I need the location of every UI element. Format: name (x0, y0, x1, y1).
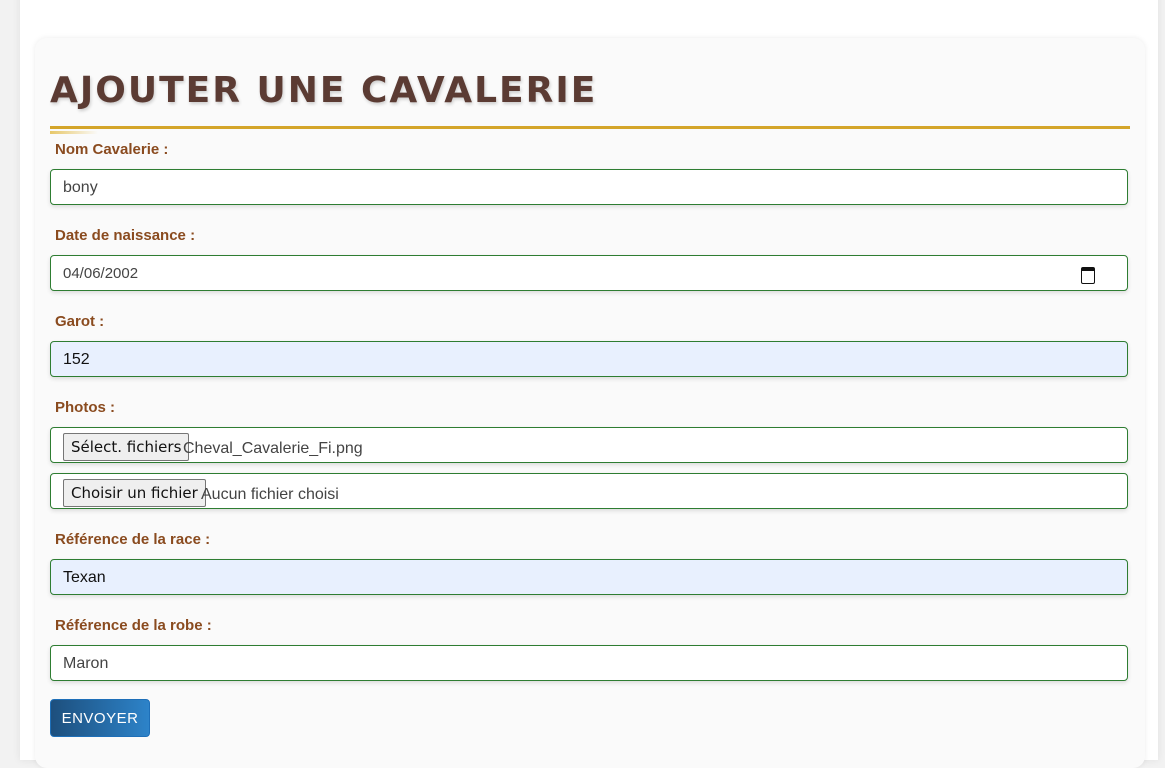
robe-label: Référence de la robe : (55, 617, 212, 634)
envoyer-button[interactable]: ENVOYER (50, 699, 150, 737)
robe-value: Maron (63, 655, 109, 672)
race-label: Référence de la race : (55, 531, 211, 548)
nom-cavalerie-value: bony (63, 179, 98, 196)
date-naissance-value: 04/06/2002 (63, 265, 139, 282)
no-file-chosen-text: Aucun fichier choisi (201, 486, 339, 503)
race-value: Texan (63, 569, 106, 586)
nom-cavalerie-label: Nom Cavalerie : (55, 141, 169, 158)
title-underline (50, 126, 1130, 129)
date-naissance-label: Date de naissance : (55, 227, 196, 244)
choose-file-button[interactable]: Choisir un fichier (63, 479, 206, 507)
garot-value: 152 (63, 351, 90, 368)
photos-label: Photos : (55, 399, 115, 416)
date-naissance-input[interactable]: 04/06/2002 (50, 255, 1128, 291)
robe-input[interactable]: Maron (50, 645, 1128, 681)
page-title: AJOUTER UNE CAVALERIE (50, 70, 598, 111)
selected-file-name: Cheval_Cavalerie_Fi.png (183, 440, 363, 457)
race-input[interactable]: Texan (50, 559, 1128, 595)
title-accent-line (50, 131, 98, 134)
photos-file-input-2[interactable]: Choisir un fichier Aucun fichier choisi (50, 473, 1128, 509)
garot-input[interactable]: 152 (50, 341, 1128, 377)
garot-label: Garot : (55, 313, 105, 330)
nom-cavalerie-input[interactable]: bony (50, 169, 1128, 205)
select-files-button[interactable]: Sélect. fichiers (63, 433, 190, 461)
photos-file-input-1[interactable]: Sélect. fichiers Cheval_Cavalerie_Fi.png (50, 427, 1128, 463)
calendar-icon[interactable] (1081, 267, 1095, 284)
